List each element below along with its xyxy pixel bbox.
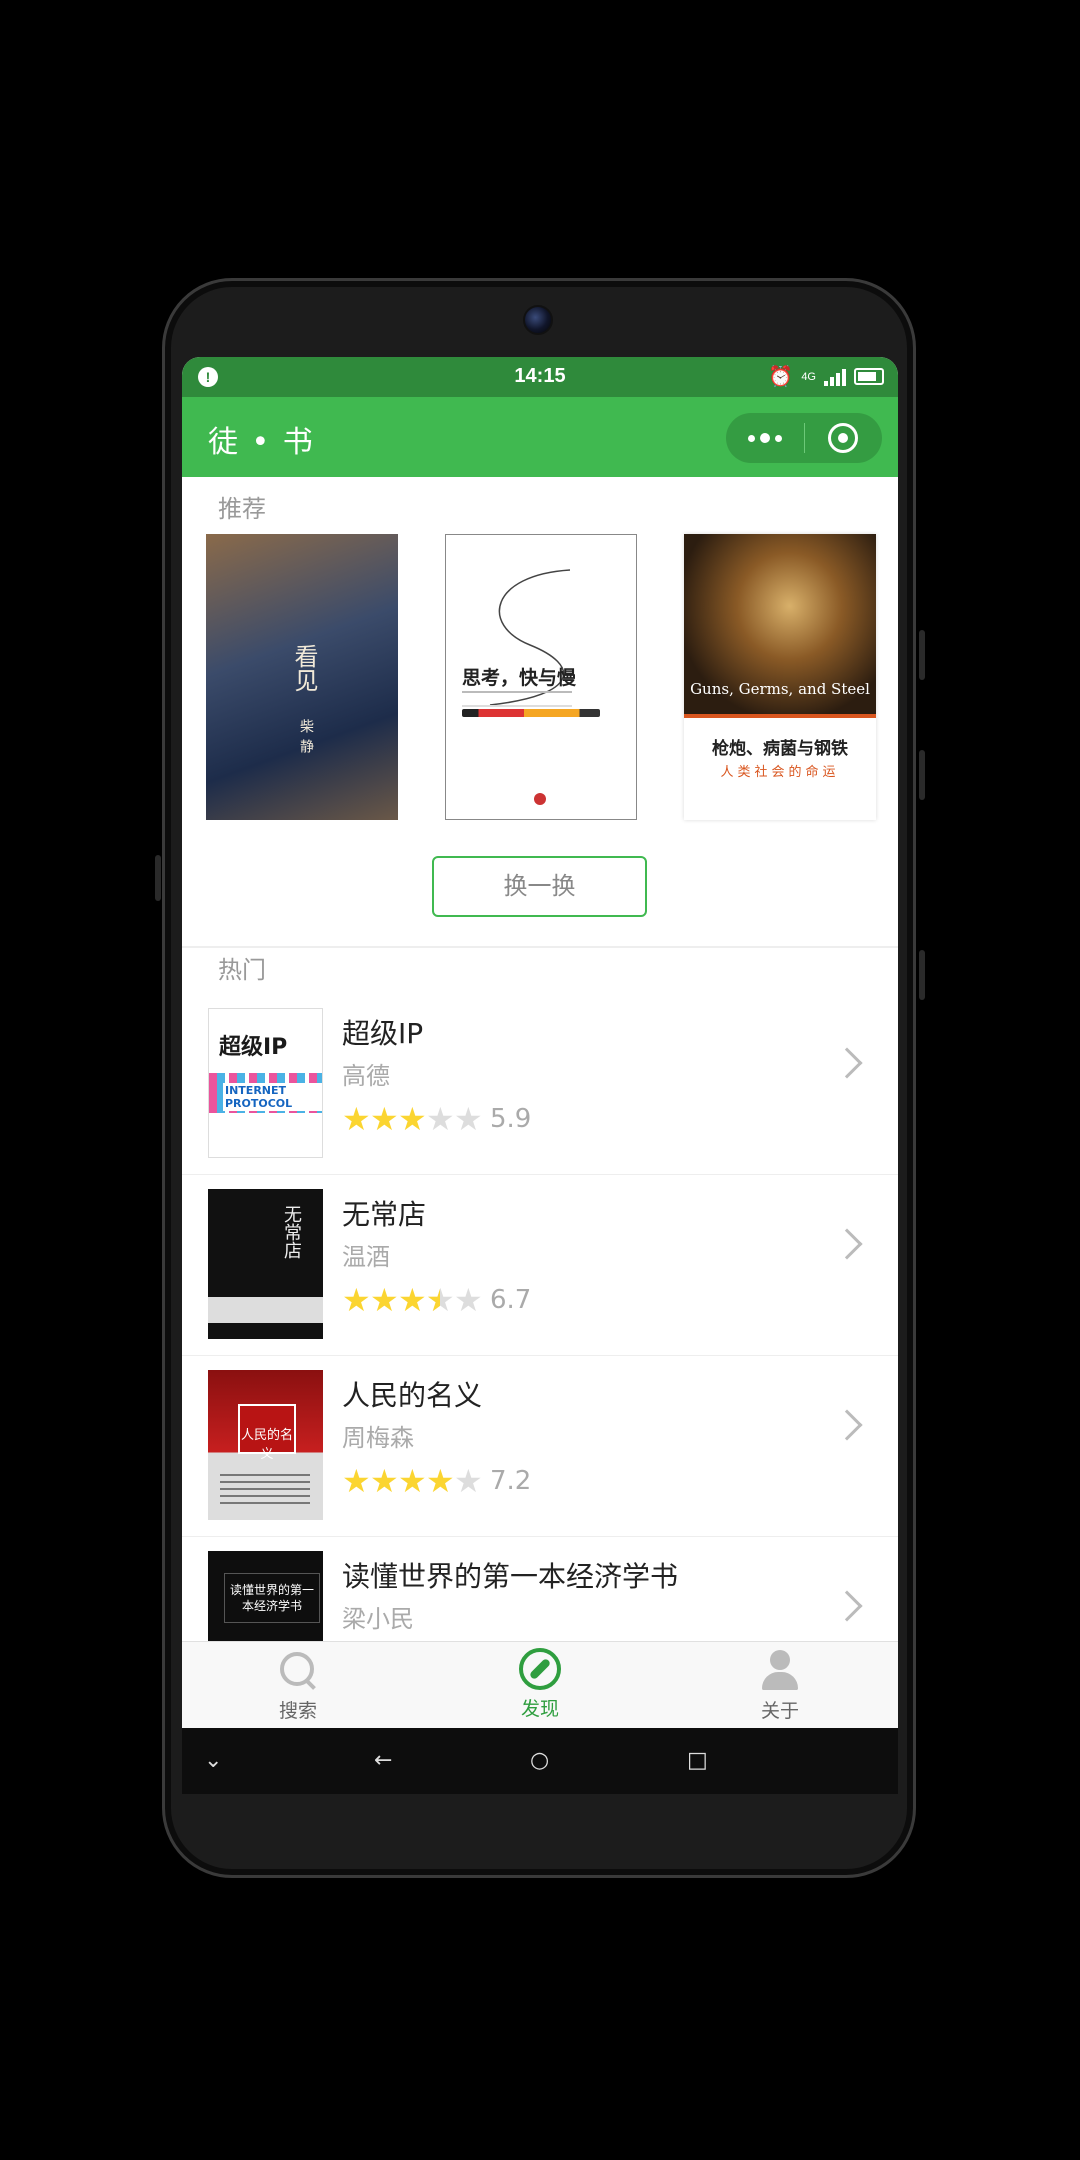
cover-title: 看见 xyxy=(290,644,318,692)
cover-title: 思考，快与慢 xyxy=(462,667,577,689)
target-icon xyxy=(828,423,859,453)
book-author: 梁小民 xyxy=(342,1605,414,1633)
android-nav-bar: ⌄ ← ○ □ xyxy=(182,1728,898,1794)
star-rating: ★ ★ ★ ★ ★ 5.9 xyxy=(342,1102,531,1136)
user-icon xyxy=(758,1648,802,1692)
cover-title-en: Guns, Germs, and Steel xyxy=(690,680,870,698)
star-icon: ★ xyxy=(454,1462,483,1500)
refresh-button[interactable]: 换一换 xyxy=(432,856,647,917)
network-type: 4G xyxy=(801,370,816,383)
book-author: 周梅森 xyxy=(342,1424,414,1452)
rating-value: 7.2 xyxy=(490,1466,532,1496)
cover-accent-bar xyxy=(684,714,876,718)
tab-label: 发现 xyxy=(520,1698,559,1720)
star-icon: ★ xyxy=(342,1100,371,1138)
star-icon: ★ xyxy=(426,1283,455,1317)
chevron-right-icon xyxy=(831,1228,863,1260)
recommend-cover[interactable]: Guns, Germs, and Steel 枪炮、病菌与钢铁 人类社会的命运 xyxy=(684,534,876,820)
signal-icon xyxy=(824,368,846,386)
chevron-right-icon xyxy=(831,1409,863,1441)
tab-search[interactable]: 搜索 xyxy=(238,1648,358,1723)
search-icon xyxy=(276,1648,320,1692)
cover-pencil-art xyxy=(462,709,600,717)
recommend-cover[interactable]: 看见 柴静 xyxy=(206,534,398,820)
book-title: 读懂世界的第一本经济学书 xyxy=(342,1560,679,1593)
book-cover: 超级IP INTERNET PROTOCOL xyxy=(208,1008,323,1158)
star-icon: ★ xyxy=(370,1462,399,1500)
tab-label: 关于 xyxy=(760,1700,799,1722)
rating-value: 5.9 xyxy=(490,1104,532,1134)
compass-icon xyxy=(519,1648,561,1690)
star-rating: ★ ★ ★ ★ ★ 7.2 xyxy=(342,1464,531,1498)
side-button xyxy=(919,630,925,680)
tab-label: 搜索 xyxy=(278,1700,317,1722)
more-button[interactable] xyxy=(726,413,804,463)
recent-apps-button[interactable]: □ xyxy=(687,1748,708,1773)
star-icon: ★ xyxy=(342,1281,371,1319)
star-icon: ★ xyxy=(426,1100,455,1138)
book-title: 无常店 xyxy=(342,1198,427,1231)
cover-subtitle-lines xyxy=(462,691,572,707)
rating-value: 6.7 xyxy=(490,1285,532,1315)
chevron-right-icon xyxy=(831,1047,863,1079)
status-icons: ⏰ 4G xyxy=(768,364,884,389)
collapse-icon[interactable]: ⌄ xyxy=(204,1748,222,1773)
tab-about[interactable]: 关于 xyxy=(720,1648,840,1723)
book-list-item[interactable]: 无常店 无常店 温酒 ★★★★★6.7 xyxy=(182,1175,898,1355)
star-icon: ★ xyxy=(454,1281,483,1319)
star-icon: ★ xyxy=(342,1462,371,1500)
cover-text: 超级IP xyxy=(219,1035,288,1060)
alarm-icon: ⏰ xyxy=(768,366,794,388)
battery-icon xyxy=(854,368,884,385)
close-button[interactable] xyxy=(805,413,883,463)
more-dots-icon xyxy=(747,433,782,443)
cover-text: 读懂世界的第一本经济学书 xyxy=(224,1573,320,1623)
phone-screen: ! 14:15 ⏰ 4G 徒 • 书 推荐 看见 柴静 思考，快与慢 Guns,… xyxy=(182,357,898,1728)
star-rating: ★★★★★6.7 xyxy=(342,1283,531,1317)
cover-art xyxy=(220,1474,310,1508)
publisher-seal xyxy=(534,793,546,805)
home-button[interactable]: ○ xyxy=(530,1748,549,1773)
cover-art xyxy=(208,1297,323,1323)
book-cover: 无常店 xyxy=(208,1189,323,1339)
app-title: 徒 • 书 xyxy=(208,425,315,460)
book-author: 温酒 xyxy=(342,1243,390,1271)
hot-label: 热门 xyxy=(218,956,266,984)
chevron-right-icon xyxy=(831,1590,863,1622)
app-header: 徒 • 书 xyxy=(182,397,898,477)
star-icon: ★ xyxy=(370,1281,399,1319)
recommend-label: 推荐 xyxy=(218,495,266,523)
book-cover: 人民的名义 xyxy=(208,1370,323,1520)
star-icon: ★ xyxy=(398,1462,427,1500)
star-icon: ★ xyxy=(454,1100,483,1138)
cover-text: 人民的名义 xyxy=(238,1404,296,1462)
side-button xyxy=(919,750,925,800)
star-icon: ★ xyxy=(398,1100,427,1138)
recommend-cover[interactable]: 思考，快与慢 xyxy=(445,534,637,820)
star-icon: ★ xyxy=(398,1281,427,1319)
cover-title: 枪炮、病菌与钢铁 xyxy=(712,739,848,759)
cover-text: 无常店 xyxy=(281,1205,302,1259)
cover-subtitle: INTERNET PROTOCOL xyxy=(223,1083,322,1111)
book-title: 超级IP xyxy=(342,1017,424,1050)
book-author: 高德 xyxy=(342,1062,390,1090)
front-camera xyxy=(523,305,553,335)
side-button xyxy=(155,855,161,901)
cover-author: 柴静 xyxy=(298,719,314,759)
section-divider xyxy=(182,946,898,948)
tab-discover[interactable]: 发现 xyxy=(480,1648,600,1721)
status-bar: ! 14:15 ⏰ 4G xyxy=(182,357,898,397)
star-icon: ★ xyxy=(370,1100,399,1138)
cover-subtitle: 人类社会的命运 xyxy=(720,765,840,780)
book-list-item[interactable]: 人民的名义 人民的名义 周梅森 ★ ★ ★ ★ ★ 7.2 xyxy=(182,1356,898,1536)
mini-program-capsule xyxy=(726,413,882,463)
back-button[interactable]: ← xyxy=(374,1748,392,1773)
tab-bar: 搜索 发现 关于 xyxy=(182,1641,898,1728)
book-title: 人民的名义 xyxy=(342,1379,483,1412)
side-button xyxy=(919,950,925,1000)
star-icon: ★ xyxy=(426,1462,455,1500)
book-list-item[interactable]: 超级IP INTERNET PROTOCOL 超级IP 高德 ★ ★ ★ ★ ★ 5.9 xyxy=(182,994,898,1174)
